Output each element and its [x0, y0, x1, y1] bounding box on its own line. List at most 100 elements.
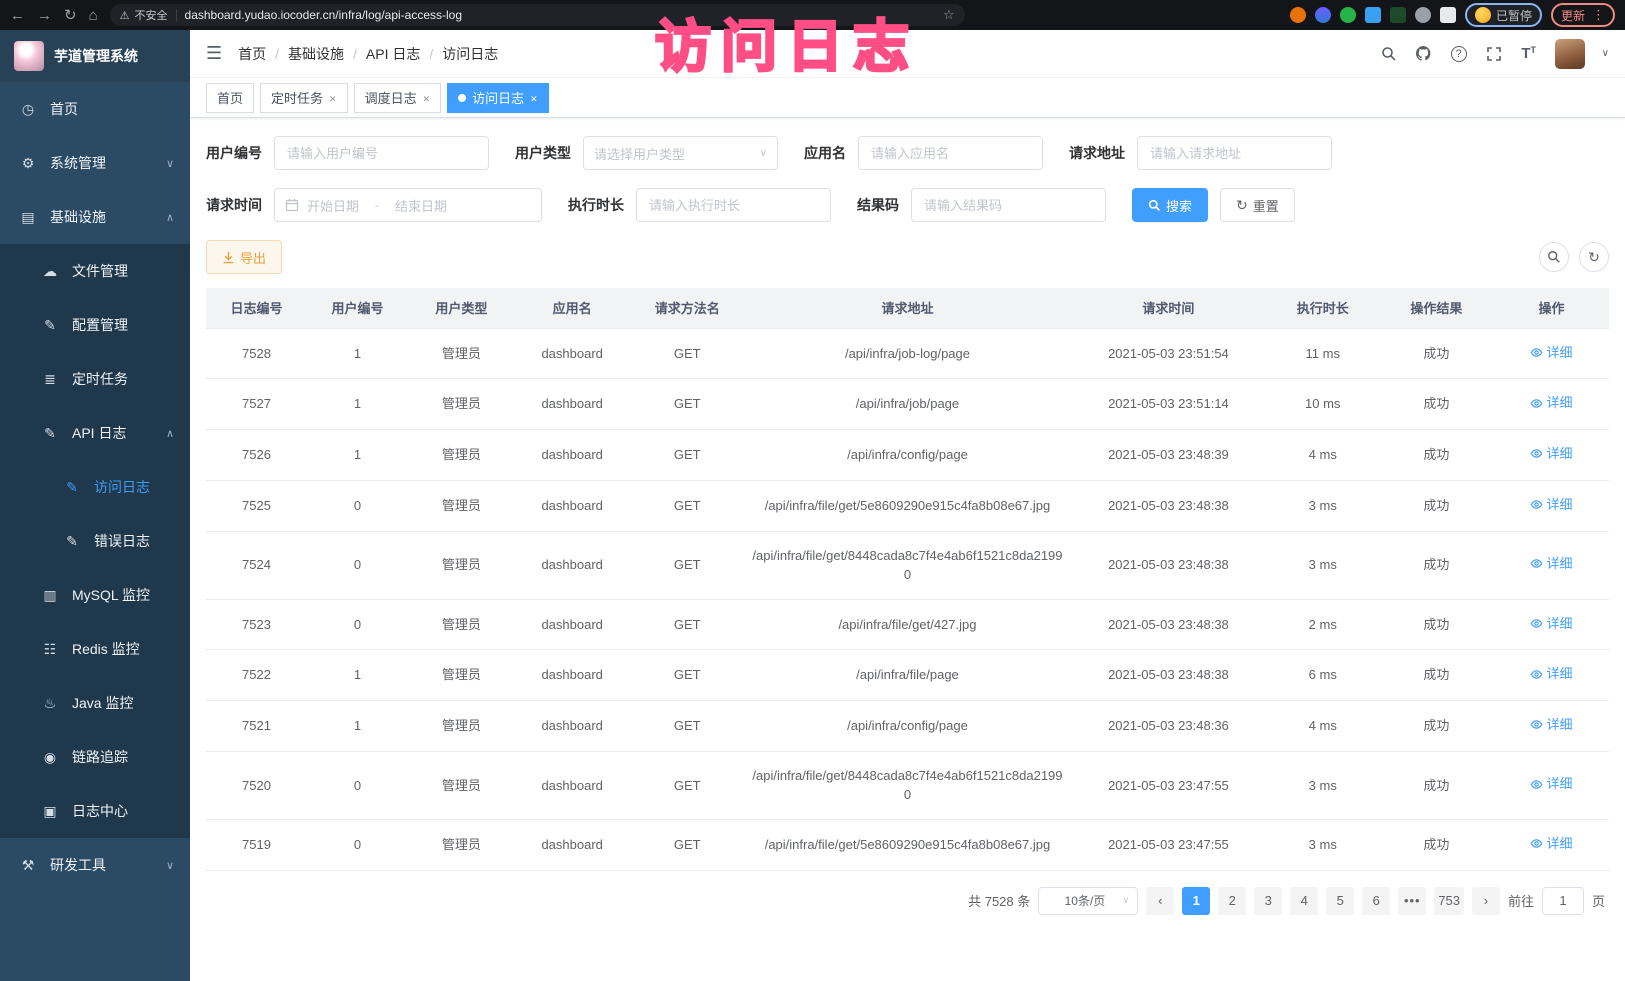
search-icon[interactable]	[1380, 45, 1398, 63]
reload-icon[interactable]: ↻	[64, 8, 77, 23]
detail-link[interactable]: 详细	[1530, 774, 1572, 794]
sidebar-item[interactable]: ▣ 日志中心	[0, 784, 190, 838]
sidebar-item[interactable]: ✎ 错误日志	[0, 514, 190, 568]
view-tab[interactable]: 访问日志	[447, 83, 549, 113]
goto-page-input[interactable]	[1542, 887, 1584, 915]
detail-link[interactable]: 详细	[1530, 495, 1572, 515]
view-tab[interactable]: 首页	[206, 83, 254, 113]
detail-link[interactable]: 详细	[1530, 715, 1572, 735]
user-avatar[interactable]	[1555, 39, 1585, 69]
breadcrumb-item[interactable]: 首页	[238, 44, 266, 64]
sidebar-item[interactable]: ✎ 配置管理	[0, 298, 190, 352]
duration-input[interactable]	[636, 188, 831, 222]
sidebar-item[interactable]: ☁ 文件管理	[0, 244, 190, 298]
detail-link[interactable]: 详细	[1530, 554, 1572, 574]
sidebar-item[interactable]: ♨ Java 监控	[0, 676, 190, 730]
api-log-icon: ✎	[42, 425, 58, 442]
export-button[interactable]: 导出	[206, 240, 282, 274]
sidebar-item[interactable]: ⚙ 系统管理 ∨	[0, 136, 190, 190]
page-button[interactable]: 5	[1326, 887, 1354, 915]
breadcrumb-item[interactable]: 基础设施	[266, 44, 344, 64]
cell-app-name: dashboard	[515, 531, 630, 599]
result-code-label: 结果码	[857, 195, 899, 215]
back-icon[interactable]: ←	[10, 8, 25, 23]
tab-close-icon[interactable]	[423, 90, 431, 105]
search-button[interactable]: 搜索	[1132, 188, 1208, 222]
home-icon[interactable]: ⌂	[89, 8, 98, 23]
extension-icon[interactable]	[1415, 7, 1431, 23]
page-button[interactable]: 3	[1254, 887, 1282, 915]
fullscreen-icon[interactable]	[1485, 45, 1503, 63]
filter-row-2: 请求时间 开始日期 - 结束日期 执行时长 结果码 搜索	[206, 188, 1609, 222]
cell-method: GET	[630, 701, 745, 752]
table-row: 7520 0 管理员 dashboard GET /api/infra/file…	[206, 751, 1609, 819]
avatar-caret-down-icon[interactable]: ∨	[1602, 48, 1609, 59]
date-range-picker[interactable]: 开始日期 - 结束日期	[274, 188, 542, 222]
detail-link[interactable]: 详细	[1530, 614, 1572, 634]
menu-dots-icon[interactable]: ⋮	[1592, 7, 1605, 23]
breadcrumb-item[interactable]: 访问日志	[420, 44, 498, 64]
result-code-input[interactable]	[911, 188, 1106, 222]
user-id-input[interactable]	[274, 136, 489, 170]
sidebar-item[interactable]: ▥ MySQL 监控	[0, 568, 190, 622]
tab-close-icon[interactable]	[329, 90, 337, 105]
filter-row-1: 用户编号 用户类型 请选择用户类型 ∨ 应用名 请求地址	[206, 136, 1609, 170]
page-button[interactable]: 4	[1290, 887, 1318, 915]
refresh-table-button[interactable]: ↻	[1579, 242, 1609, 272]
cell-request-url: /api/infra/config/page	[745, 430, 1071, 481]
prev-page-button[interactable]	[1146, 887, 1174, 915]
sidebar-item[interactable]: ✎ 访问日志	[0, 460, 190, 514]
detail-link[interactable]: 详细	[1530, 343, 1572, 363]
page-button[interactable]: 1	[1182, 887, 1210, 915]
extension-icon[interactable]	[1365, 7, 1381, 23]
bookmark-star-icon[interactable]: ☆	[943, 7, 955, 23]
extension-icon[interactable]	[1390, 7, 1406, 23]
cell-request-time: 2021-05-03 23:48:39	[1070, 430, 1266, 481]
extension-icon[interactable]	[1440, 7, 1456, 23]
sidebar-item[interactable]: ☷ Redis 监控	[0, 622, 190, 676]
detail-link[interactable]: 详细	[1530, 834, 1572, 854]
eye-icon	[1530, 397, 1543, 410]
view-tab[interactable]: 调度日志	[354, 83, 442, 113]
table-column-header: 请求地址	[745, 288, 1071, 328]
request-url-input[interactable]	[1137, 136, 1332, 170]
cell-actions: 详细	[1494, 328, 1609, 379]
detail-link[interactable]: 详细	[1530, 664, 1572, 684]
page-button[interactable]: 753	[1434, 887, 1464, 915]
app-name-input[interactable]	[858, 136, 1043, 170]
cell-user-type: 管理员	[408, 480, 515, 531]
url-text[interactable]: dashboard.yudao.iocoder.cn/infra/log/api…	[185, 8, 935, 22]
detail-link[interactable]: 详细	[1530, 393, 1572, 413]
security-warning[interactable]: ⚠不安全	[120, 7, 168, 23]
font-size-icon[interactable]	[1520, 45, 1538, 63]
sidebar-item[interactable]: ≣ 定时任务	[0, 352, 190, 406]
sidebar-item[interactable]: ◷ 首页	[0, 82, 190, 136]
tab-close-icon[interactable]	[530, 90, 538, 105]
detail-link[interactable]: 详细	[1530, 444, 1572, 464]
extension-icon[interactable]	[1340, 7, 1356, 23]
toggle-search-button[interactable]	[1539, 242, 1569, 272]
page-button[interactable]: •••	[1398, 887, 1426, 915]
sidebar-toggle-icon[interactable]: ☰	[206, 43, 222, 64]
breadcrumb-item[interactable]: API 日志	[344, 44, 420, 64]
page-size-select[interactable]: 10条/页 ∨	[1038, 887, 1138, 915]
extension-icon[interactable]	[1290, 7, 1306, 23]
sidebar-item[interactable]: ▤ 基础设施 ∧	[0, 190, 190, 244]
page-button[interactable]: 6	[1362, 887, 1390, 915]
docs-question-icon[interactable]: ?	[1450, 45, 1468, 63]
next-page-button[interactable]	[1472, 887, 1500, 915]
cell-user-id: 0	[307, 480, 408, 531]
sidebar-item[interactable]: ✎ API 日志 ∧	[0, 406, 190, 460]
update-button[interactable]: 更新 ⋮	[1551, 3, 1615, 27]
view-tab[interactable]: 定时任务	[260, 83, 348, 113]
forward-icon[interactable]: →	[37, 8, 52, 23]
sidebar-item[interactable]: ◉ 链路追踪	[0, 730, 190, 784]
profile-pill[interactable]: 已暂停	[1465, 3, 1542, 27]
reset-button[interactable]: ↻ 重置	[1220, 188, 1295, 222]
user-type-select[interactable]: 请选择用户类型 ∨	[583, 136, 778, 170]
extension-icon[interactable]	[1315, 7, 1331, 23]
github-icon[interactable]	[1415, 45, 1433, 63]
address-bar[interactable]: ⚠不安全 dashboard.yudao.iocoder.cn/infra/lo…	[110, 4, 965, 26]
sidebar-item[interactable]: ⚒ 研发工具 ∨	[0, 838, 190, 892]
page-button[interactable]: 2	[1218, 887, 1246, 915]
